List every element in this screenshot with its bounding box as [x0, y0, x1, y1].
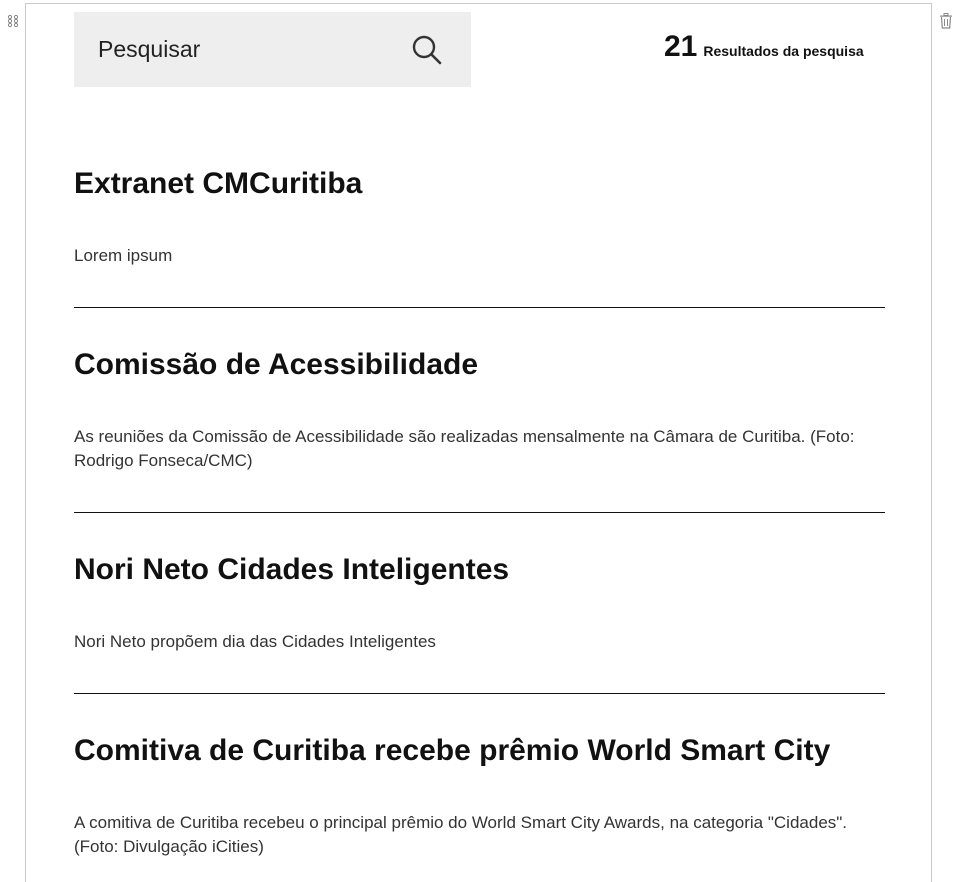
drag-handle-icon[interactable] [7, 14, 19, 28]
trash-icon[interactable] [939, 13, 953, 29]
result-title[interactable]: Comissão de Acessibilidade [74, 347, 885, 383]
result-title[interactable]: Comitiva de Curitiba recebe prêmio World… [74, 733, 885, 769]
result-description: As reuniões da Comissão de Acessibilidad… [74, 427, 855, 470]
list-item: Comitiva de Curitiba recebe prêmio World… [74, 733, 885, 856]
search-icon [412, 35, 442, 65]
results-label: Resultados da pesquisa [703, 43, 864, 59]
list-item: Nori Neto Cidades Inteligentes Nori Neto… [74, 552, 885, 651]
search-input[interactable] [98, 29, 398, 70]
result-title[interactable]: Extranet CMCuritiba [74, 166, 885, 202]
result-title[interactable]: Nori Neto Cidades Inteligentes [74, 552, 885, 588]
search-button[interactable] [411, 34, 443, 66]
page: 21 Resultados da pesquisa Extranet CMCur… [0, 0, 960, 882]
divider [74, 512, 885, 513]
results-summary: 21 Resultados da pesquisa [664, 30, 874, 64]
result-description: A comitiva de Curitiba recebeu o princip… [74, 813, 848, 856]
divider [74, 307, 885, 308]
result-description: Lorem ipsum [74, 246, 173, 265]
list-item: Extranet CMCuritiba Lorem ipsum [74, 166, 885, 265]
divider [74, 693, 885, 694]
results-count: 21 [664, 30, 698, 63]
search-box [74, 12, 471, 87]
result-description: Nori Neto propõem dia das Cidades Inteli… [74, 632, 436, 651]
list-item: Comissão de Acessibilidade As reuniões d… [74, 347, 885, 470]
